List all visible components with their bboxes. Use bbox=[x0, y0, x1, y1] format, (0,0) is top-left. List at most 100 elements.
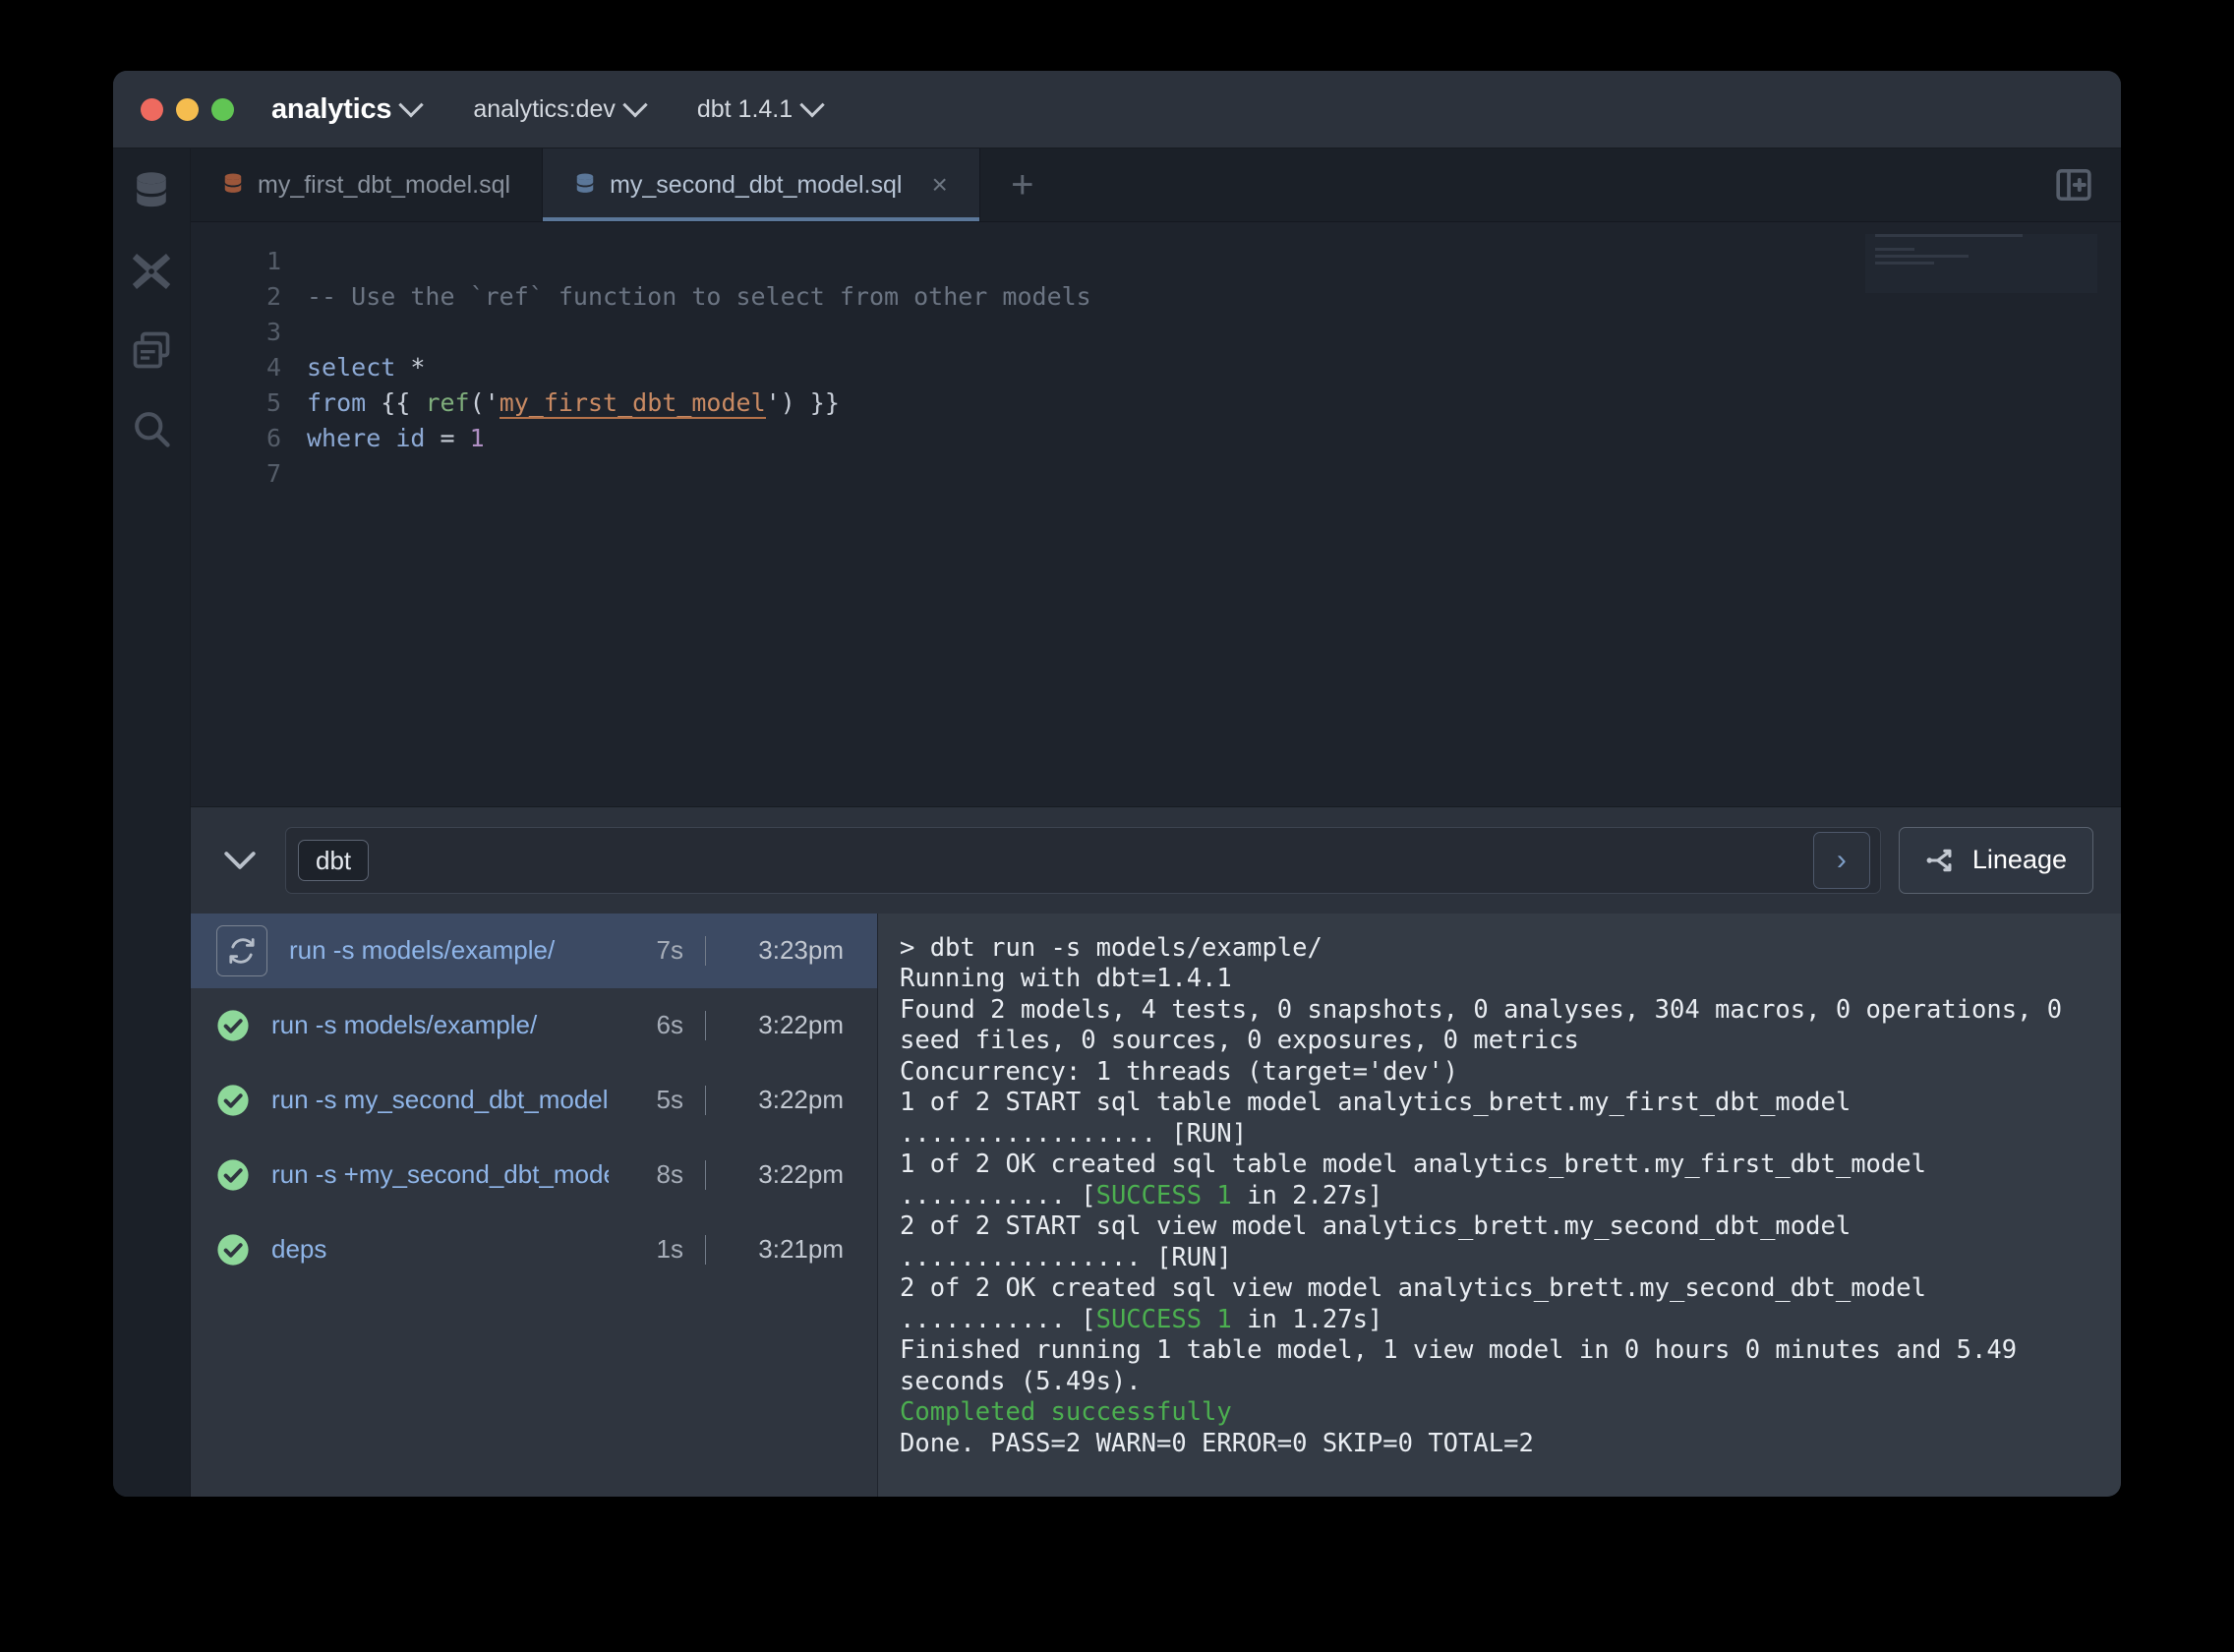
sql-keyword: where bbox=[307, 424, 382, 452]
history-row[interactable]: deps 1s 3:21pm bbox=[191, 1212, 877, 1287]
divider bbox=[705, 1234, 706, 1265]
database-icon bbox=[137, 172, 166, 207]
history-time: 3:22pm bbox=[758, 1159, 844, 1189]
jinja-open: {{ bbox=[381, 388, 426, 417]
run-command-button[interactable]: › bbox=[1812, 831, 1870, 889]
chevron-down-icon bbox=[622, 92, 648, 118]
sql-star: * bbox=[410, 353, 426, 382]
version-label: dbt 1.4.1 bbox=[696, 94, 794, 123]
line-number-gutter: 1 2 3 4 5 6 7 bbox=[191, 222, 297, 806]
terminal-line: 2 of 2 OK created sql view model analyti… bbox=[900, 1273, 1941, 1334]
sidebar-item-database[interactable] bbox=[129, 170, 174, 215]
chevron-down-icon bbox=[799, 92, 825, 118]
terminal-line-pre: 2 of 2 OK created sql view model analyti… bbox=[900, 1273, 1942, 1334]
line-number: 4 bbox=[265, 353, 281, 382]
minimize-window-button[interactable] bbox=[176, 97, 199, 121]
terminal-line: 2 of 2 START sql view model analytics_br… bbox=[900, 1211, 1866, 1272]
command-bar: dbt › Lineage bbox=[191, 805, 2121, 914]
lineage-graph-icon bbox=[1926, 849, 1952, 871]
terminal-line-success: Completed successfully bbox=[900, 1397, 1232, 1427]
sql-operator: = bbox=[440, 424, 455, 452]
terminal-status-success: SUCCESS 1 bbox=[1095, 1180, 1232, 1210]
terminal-line-post: in 1.27s] bbox=[1231, 1304, 1383, 1334]
sidebar-item-lineage[interactable] bbox=[129, 249, 174, 294]
rerun-command-button[interactable] bbox=[216, 924, 267, 976]
app-window: analytics analytics:dev dbt 1.4.1 my_fir… bbox=[113, 71, 2121, 1497]
project-selector[interactable]: analytics bbox=[271, 92, 425, 126]
success-check-icon bbox=[217, 1084, 249, 1116]
project-name: analytics bbox=[271, 92, 392, 125]
lineage-button-label: Lineage bbox=[1971, 845, 2067, 874]
divider bbox=[705, 1010, 706, 1040]
terminal-line: Concurrency: 1 threads (target='dev') bbox=[900, 1056, 1459, 1087]
sql-keyword: from bbox=[307, 388, 367, 417]
history-time: 3:21pm bbox=[758, 1234, 844, 1264]
divider bbox=[705, 1085, 706, 1115]
code-line: -- Use the `ref` function to select from… bbox=[307, 279, 2121, 315]
version-selector[interactable]: dbt 1.4.1 bbox=[696, 92, 825, 124]
titlebar: analytics analytics:dev dbt 1.4.1 bbox=[113, 71, 2121, 148]
terminal-line: Found 2 models, 4 tests, 0 snapshots, 0 … bbox=[900, 994, 2078, 1056]
close-window-button[interactable] bbox=[141, 97, 163, 121]
history-command: run -s models/example/ bbox=[271, 1010, 538, 1039]
history-duration: 1s bbox=[656, 1234, 683, 1264]
activity-bar bbox=[113, 148, 191, 1497]
sql-identifier: id bbox=[395, 424, 426, 452]
code-editor[interactable]: 1 2 3 4 5 6 7 -- Use the `ref` function … bbox=[191, 222, 2121, 806]
success-check-icon bbox=[217, 1233, 249, 1266]
sidebar-item-files[interactable] bbox=[129, 327, 174, 373]
window-controls[interactable] bbox=[141, 97, 234, 121]
sql-comment: -- Use the `ref` function to select from… bbox=[307, 282, 1091, 311]
jinja-ref-function: ref bbox=[425, 388, 470, 417]
new-tab-button[interactable]: + bbox=[980, 148, 1065, 221]
close-tab-icon[interactable]: × bbox=[931, 171, 947, 199]
terminal-line: Running with dbt=1.4.1 bbox=[900, 964, 1232, 993]
main-column: my_first_dbt_model.sql my_second_dbt_mod… bbox=[191, 148, 2121, 1497]
paren-open: (' bbox=[469, 388, 500, 417]
editor-minimap[interactable] bbox=[1865, 234, 2097, 293]
terminal-output[interactable]: > dbt run -s models/example/ Running wit… bbox=[878, 913, 2121, 1497]
lineage-button[interactable]: Lineage bbox=[1898, 826, 2093, 894]
line-number: 1 bbox=[265, 247, 281, 275]
command-prefix-chip: dbt bbox=[298, 839, 370, 881]
history-row-selected[interactable]: run -s models/example/ 7s 3:23pm bbox=[191, 913, 877, 988]
history-command: run -s my_second_dbt_model bbox=[271, 1085, 609, 1114]
tab-my-first-dbt-model[interactable]: my_first_dbt_model.sql bbox=[191, 148, 544, 221]
results-pane: run -s models/example/ 7s 3:23pm run -s … bbox=[191, 913, 2121, 1497]
code-line: from {{ ref('my_first_dbt_model') }} bbox=[307, 385, 2121, 421]
split-pane-icon[interactable] bbox=[2054, 165, 2093, 205]
success-check-icon bbox=[217, 1009, 249, 1041]
terminal-status-success: SUCCESS 1 bbox=[1095, 1304, 1232, 1334]
history-time: 3:22pm bbox=[758, 1010, 844, 1039]
command-input-wrapper[interactable]: dbt › bbox=[285, 826, 1881, 894]
terminal-line-post: in 2.27s] bbox=[1231, 1180, 1383, 1210]
tab-label: my_second_dbt_model.sql bbox=[610, 170, 903, 199]
line-number: 2 bbox=[265, 282, 281, 311]
terminal-line: > dbt run -s models/example/ bbox=[900, 932, 1323, 963]
maximize-window-button[interactable] bbox=[211, 97, 234, 121]
model-reference-string[interactable]: my_first_dbt_model bbox=[499, 388, 766, 419]
history-row[interactable]: run -s +my_second_dbt_model+ 8s 3:22pm bbox=[191, 1138, 877, 1212]
history-time: 3:22pm bbox=[758, 1085, 844, 1114]
sql-number: 1 bbox=[469, 424, 485, 452]
history-duration: 6s bbox=[656, 1010, 683, 1039]
tab-label: my_first_dbt_model.sql bbox=[258, 170, 511, 199]
tab-my-second-dbt-model[interactable]: my_second_dbt_model.sql × bbox=[543, 148, 980, 221]
history-row[interactable]: run -s my_second_dbt_model 5s 3:22pm bbox=[191, 1063, 877, 1138]
chevron-down-icon bbox=[224, 851, 256, 869]
command-history-list[interactable]: run -s models/example/ 7s 3:23pm run -s … bbox=[191, 913, 878, 1497]
sidebar-item-search[interactable] bbox=[129, 406, 174, 451]
collapse-panel-button[interactable] bbox=[212, 833, 267, 888]
body: my_first_dbt_model.sql my_second_dbt_mod… bbox=[113, 148, 2121, 1497]
tabbar-right bbox=[2054, 148, 2121, 221]
history-command: deps bbox=[271, 1234, 327, 1264]
environment-selector[interactable]: analytics:dev bbox=[473, 92, 648, 124]
rerun-icon bbox=[229, 937, 255, 964]
code-content[interactable]: -- Use the `ref` function to select from… bbox=[297, 222, 2121, 806]
divider bbox=[705, 1159, 706, 1190]
history-row[interactable]: run -s models/example/ 6s 3:22pm bbox=[191, 988, 877, 1063]
line-number: 6 bbox=[265, 424, 281, 452]
history-duration: 5s bbox=[656, 1085, 683, 1114]
